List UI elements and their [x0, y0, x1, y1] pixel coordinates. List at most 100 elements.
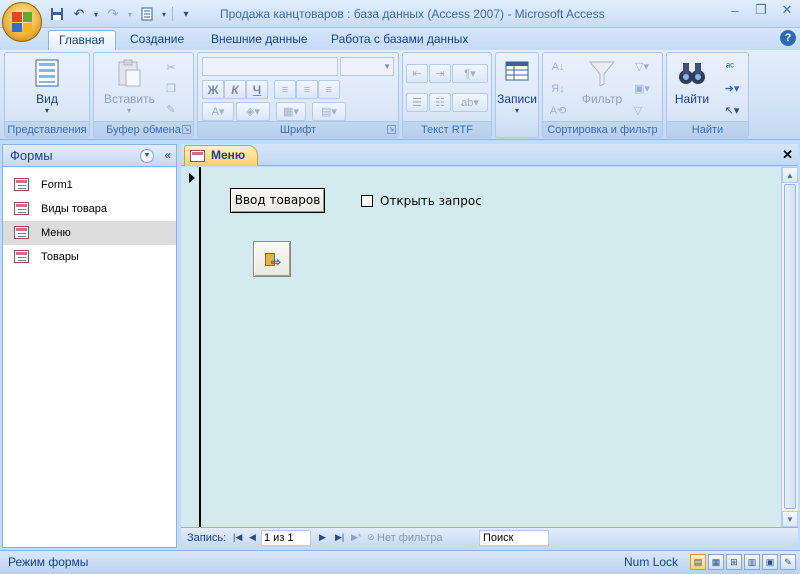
help-icon[interactable]: ?: [780, 30, 796, 46]
form-icon: [14, 178, 29, 191]
title-bar: ↶ ▾ ↷ ▾ ▾ ▾ Продажа канцтоваров : база д…: [0, 0, 800, 28]
pivot-chart-icon[interactable]: ▥: [744, 554, 760, 570]
paragraph-direction-icon[interactable]: ¶▾: [452, 64, 488, 83]
undo-dropdown-icon[interactable]: ▾: [92, 5, 100, 23]
filter-status[interactable]: Нет фильтра: [377, 532, 443, 544]
layout-view-icon[interactable]: ▣: [762, 554, 778, 570]
sort-descending-icon[interactable]: Я↓: [547, 79, 569, 98]
undo-icon[interactable]: ↶: [70, 5, 88, 23]
design-view-icon[interactable]: ✎: [780, 554, 796, 570]
vertical-scrollbar[interactable]: ▲ ▼: [781, 167, 798, 527]
select-icon[interactable]: ↖▾: [719, 101, 745, 120]
close-button[interactable]: ✕: [774, 0, 800, 20]
previous-record-icon[interactable]: ◀: [249, 532, 256, 543]
italic-button[interactable]: К: [224, 80, 246, 99]
fill-color-icon[interactable]: ◈▾: [236, 102, 270, 121]
numbering-icon[interactable]: ☷: [429, 93, 451, 112]
record-selector[interactable]: [181, 167, 201, 527]
font-name-combo[interactable]: [202, 57, 338, 76]
align-center-icon[interactable]: ≡: [296, 80, 318, 99]
scroll-up-icon[interactable]: ▲: [782, 167, 798, 183]
increase-indent-icon[interactable]: ⇥: [429, 64, 451, 83]
view-button[interactable]: Вид ▾: [22, 57, 72, 115]
tab-external-data[interactable]: Внешние данные: [201, 30, 318, 50]
sort-ascending-icon[interactable]: A↓: [547, 57, 569, 76]
maximize-button[interactable]: ❐: [748, 0, 774, 20]
records-button-label: Записи: [497, 92, 537, 106]
cut-icon[interactable]: ✂: [160, 58, 182, 77]
datasheet-view-icon[interactable]: ▦: [708, 554, 724, 570]
chevron-down-icon[interactable]: ▼: [140, 149, 154, 163]
nav-pane-header[interactable]: Формы ▼ «: [3, 145, 176, 167]
nav-item-form1[interactable]: Form1: [3, 173, 176, 197]
close-document-icon[interactable]: ✕: [782, 147, 793, 163]
records-button[interactable]: Записи ▾: [493, 57, 541, 115]
record-number-field[interactable]: 1 из 1: [261, 530, 311, 546]
bullets-icon[interactable]: ☰: [406, 93, 428, 112]
gridlines-icon[interactable]: ▦▾: [276, 102, 306, 121]
nav-item-product-types[interactable]: Виды товара: [3, 197, 176, 221]
nav-item-products[interactable]: Товары: [3, 245, 176, 269]
search-field[interactable]: Поиск: [479, 530, 549, 546]
format-painter-icon[interactable]: ✎: [160, 100, 182, 119]
record-navigation-bar: Запись: |◀ ◀ 1 из 1 ▶ ▶| ▶* ⊘ Нет фильтр…: [181, 527, 798, 548]
window-title: Продажа канцтоваров : база данных (Acces…: [220, 7, 605, 21]
next-record-icon[interactable]: ▶: [319, 532, 326, 543]
binoculars-icon: [676, 57, 708, 89]
scroll-thumb[interactable]: [784, 184, 796, 509]
save-icon[interactable]: [48, 5, 66, 23]
font-launcher-icon[interactable]: ↘: [387, 125, 396, 134]
scroll-down-icon[interactable]: ▼: [782, 511, 798, 527]
goto-icon[interactable]: ➜▾: [719, 79, 745, 98]
align-left-icon[interactable]: ≡: [274, 80, 296, 99]
copy-icon[interactable]: ❐: [160, 79, 182, 98]
office-button[interactable]: [2, 2, 42, 42]
find-button[interactable]: Найти: [667, 57, 717, 106]
font-color-icon[interactable]: A▾: [202, 102, 234, 121]
minimize-button[interactable]: ‒: [722, 0, 748, 20]
nav-item-label: Form1: [41, 179, 73, 191]
font-size-combo[interactable]: ▼: [340, 57, 394, 76]
clear-sort-icon[interactable]: A⟲: [547, 101, 569, 120]
align-right-icon[interactable]: ≡: [318, 80, 340, 99]
form-view-icon[interactable]: ▤: [690, 554, 706, 570]
underline-button[interactable]: Ч: [246, 80, 268, 99]
paste-button[interactable]: Вставить ▾: [104, 57, 155, 115]
redo-icon[interactable]: ↷: [104, 5, 122, 23]
nav-item-label: Виды товара: [41, 203, 107, 215]
view-dropdown-icon[interactable]: ▾: [160, 5, 168, 23]
highlight-icon[interactable]: ab▾: [452, 93, 488, 112]
group-clipboard: Вставить ▾ ✂ ❐ ✎ Буфер обмена ↘: [93, 52, 194, 138]
collapse-pane-icon[interactable]: «: [164, 148, 171, 162]
clipboard-launcher-icon[interactable]: ↘: [182, 125, 191, 134]
view-mode-text: Режим формы: [8, 555, 89, 569]
pivot-table-icon[interactable]: ⊞: [726, 554, 742, 570]
last-record-icon[interactable]: ▶|: [335, 532, 344, 543]
customize-icon[interactable]: ▾: [177, 5, 195, 23]
form-icon: [14, 250, 29, 263]
advanced-filter-icon[interactable]: ▣▾: [627, 79, 657, 98]
open-query-checkbox[interactable]: [361, 195, 373, 207]
view-icon[interactable]: [138, 5, 156, 23]
first-record-icon[interactable]: |◀: [233, 532, 242, 543]
group-label-font: Шрифт: [198, 121, 398, 137]
nav-item-menu[interactable]: Меню: [3, 221, 176, 245]
bold-button[interactable]: Ж: [202, 80, 224, 99]
decrease-indent-icon[interactable]: ⇤: [406, 64, 428, 83]
open-query-option[interactable]: Открыть запрос: [361, 194, 482, 208]
group-sort-filter: A↓ Я↓ A⟲ Фильтр ▽▾ ▣▾ ▽ Сортировка и фил…: [542, 52, 663, 138]
tab-create[interactable]: Создание: [120, 30, 194, 50]
filter-button[interactable]: Фильтр: [577, 57, 627, 106]
selection-filter-icon[interactable]: ▽▾: [627, 57, 657, 76]
alt-fill-icon[interactable]: ▤▾: [312, 102, 346, 121]
input-products-button[interactable]: Ввод товаров: [230, 188, 325, 213]
document-tab-menu[interactable]: Меню: [184, 145, 258, 166]
office-logo-icon: [12, 12, 32, 32]
replace-icon[interactable]: ᵃᶜ: [719, 57, 741, 76]
exit-button[interactable]: ⇨: [253, 241, 291, 277]
redo-dropdown-icon[interactable]: ▾: [126, 5, 134, 23]
toggle-filter-icon[interactable]: ▽: [627, 101, 649, 120]
tab-database-tools[interactable]: Работа с базами данных: [321, 30, 478, 50]
tab-home[interactable]: Главная: [48, 30, 116, 50]
new-record-icon[interactable]: ▶*: [351, 532, 361, 543]
